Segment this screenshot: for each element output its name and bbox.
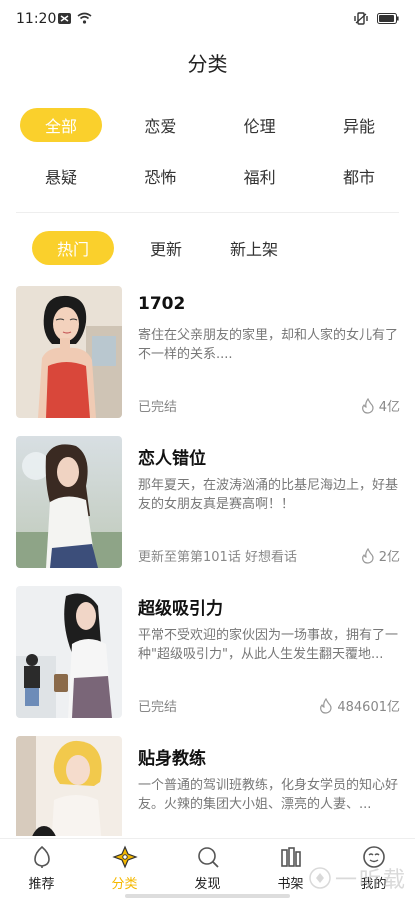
- category-grid: 全部 恋爱 伦理 异能 悬疑 恐怖 福利 都市: [20, 108, 400, 210]
- battery-icon: [377, 13, 399, 24]
- comic-list-item[interactable]: 贴身教练 一个普通的驾训班教练，化身女学员的知心好友。火辣的集团大小姐、漂亮的人…: [16, 736, 400, 836]
- sort-tabs: 热门 更新 新上架: [32, 231, 306, 265]
- comic-title: 超级吸引力: [138, 599, 223, 619]
- tab-discover[interactable]: 发现: [166, 839, 249, 900]
- category-chip-ethics[interactable]: 伦理: [219, 108, 301, 142]
- comic-list-item[interactable]: 恋人错位 那年夏天，在波涛汹涌的比基尼海边上，好基友的女朋友真是赛高啊！！ 更新…: [16, 436, 400, 586]
- flame-icon: [320, 697, 332, 714]
- wifi-icon: [77, 12, 92, 24]
- comic-heat-value: 2亿: [378, 550, 400, 565]
- sort-tab-popular[interactable]: 热门: [32, 231, 114, 265]
- discover-icon: [197, 847, 219, 868]
- comic-description: 一个普通的驾训班教练，化身女学员的知心好友。火辣的集团大小姐、漂亮的人妻、...: [138, 778, 399, 812]
- tab-recommend[interactable]: 推荐: [0, 839, 83, 900]
- comic-heat-value: 484601亿: [337, 700, 400, 715]
- category-chip-supernatural[interactable]: 异能: [318, 108, 400, 142]
- category-icon: [111, 845, 138, 869]
- status-time: 11:20: [16, 11, 57, 27]
- comic-heat-value: 4亿: [378, 400, 400, 415]
- sort-tab-updated[interactable]: 更新: [150, 231, 182, 265]
- comic-list: 1702 寄住在父亲朋友的家里，却和人家的女儿有了不一样的关系.... 已完结 …: [16, 286, 400, 836]
- category-row: 全部 恋爱 伦理 异能: [20, 108, 400, 142]
- comic-title: 贴身教练: [138, 749, 206, 769]
- home-indicator: [125, 894, 290, 898]
- category-chip-mystery[interactable]: 悬疑: [20, 159, 102, 193]
- category-chip-welfare[interactable]: 福利: [219, 159, 301, 193]
- category-chip-horror[interactable]: 恐怖: [119, 159, 201, 193]
- category-row: 悬疑 恐怖 福利 都市: [20, 159, 400, 193]
- comic-list-item[interactable]: 超级吸引力 平常不受欢迎的家伙因为一场事故，拥有了一种"超级吸引力"，从此人生发…: [16, 586, 400, 736]
- tab-label: 发现: [194, 877, 221, 892]
- comic-list-item[interactable]: 1702 寄住在父亲朋友的家里，却和人家的女儿有了不一样的关系.... 已完结 …: [16, 286, 400, 436]
- watermark-logo-icon: [309, 867, 331, 889]
- flame-icon: [361, 397, 374, 414]
- comic-cover[interactable]: [16, 436, 122, 568]
- page-title: 分类: [187, 52, 228, 76]
- comic-heat: 484601亿: [319, 696, 400, 715]
- bookshelf-icon: [280, 847, 301, 867]
- comic-cover[interactable]: [16, 736, 122, 836]
- status-bar: 11:20: [0, 0, 415, 40]
- comic-cover[interactable]: [16, 286, 122, 418]
- comic-cover[interactable]: [16, 586, 122, 718]
- sort-tab-new[interactable]: 新上架: [230, 231, 278, 265]
- comic-heat: 2亿: [361, 546, 400, 565]
- comic-title: 恋人错位: [138, 449, 206, 469]
- watermark-text: 一听载: [334, 868, 407, 893]
- tab-category[interactable]: 分类: [83, 839, 166, 900]
- comic-status: 已完结: [138, 700, 178, 715]
- comic-description: 那年夏天，在波涛汹涌的比基尼海边上，好基友的女朋友真是赛高啊！！: [138, 478, 399, 512]
- notification-icon: [58, 12, 71, 24]
- watermark: 一听载: [309, 862, 407, 894]
- divider: [16, 212, 399, 213]
- comic-title: 1702: [138, 294, 186, 314]
- tab-label: 书架: [277, 877, 304, 892]
- comic-description: 寄住在父亲朋友的家里，却和人家的女儿有了不一样的关系....: [138, 328, 399, 362]
- tab-label: 推荐: [28, 877, 55, 892]
- category-chip-romance[interactable]: 恋爱: [119, 108, 201, 142]
- comic-status: 更新至第第101话 好想看话: [138, 550, 297, 565]
- comic-description: 平常不受欢迎的家伙因为一场事故，拥有了一种"超级吸引力"，从此人生发生翻天覆地.…: [138, 628, 399, 662]
- flame-icon: [361, 547, 374, 564]
- comic-status: 已完结: [138, 400, 178, 415]
- tab-label: 分类: [111, 877, 138, 892]
- category-chip-urban[interactable]: 都市: [318, 159, 400, 193]
- vibrate-icon: [354, 12, 368, 25]
- category-chip-all[interactable]: 全部: [20, 108, 102, 142]
- recommend-icon: [33, 845, 50, 868]
- comic-heat: 4亿: [361, 396, 400, 415]
